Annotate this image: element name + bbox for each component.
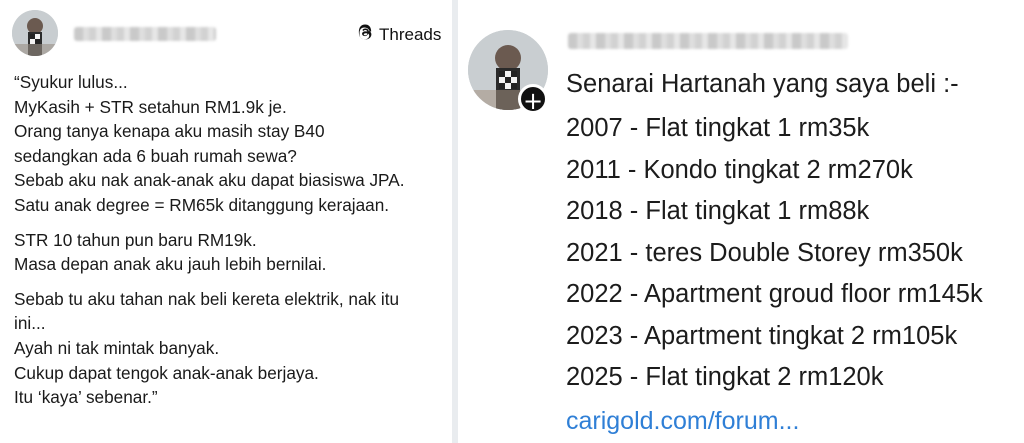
- right-post-panel: + Senarai Hartanah yang saya beli :- 200…: [458, 0, 1024, 443]
- text-line: “Syukur lulus...: [14, 72, 128, 92]
- text-line: sedangkan ada 6 buah rumah sewa?: [14, 145, 297, 166]
- text-line: ini...: [14, 313, 46, 334]
- blurred-username: [568, 33, 848, 49]
- post-body: “Syukur lulus... MyKasih + STR setahun R…: [14, 70, 444, 418]
- text-line: Masa depan anak aku jauh lebih bernilai.: [14, 254, 327, 275]
- paragraph-3: Sebab tu aku tahan nak beli kereta elekt…: [14, 287, 444, 410]
- list-item: 2021 - teres Double Storey rm350k: [566, 238, 963, 267]
- text-line: Satu anak degree = RM65k ditanggung kera…: [14, 194, 390, 215]
- left-post-panel: Threads “Syukur lulus... MyKasih + STR s…: [0, 0, 452, 443]
- threads-badge[interactable]: Threads: [356, 24, 441, 46]
- text-line: Orang tanya kenapa aku masih stay B40: [14, 121, 325, 142]
- text-line: STR 10 tahun pun baru RM19k.: [14, 229, 257, 250]
- text-line: Cukup dapat tengok anak-anak berjaya.: [14, 362, 319, 383]
- paragraph-1: “Syukur lulus... MyKasih + STR setahun R…: [14, 70, 444, 218]
- avatar-image: [12, 10, 58, 56]
- text-line: Sebab tu aku tahan nak beli kereta elekt…: [14, 288, 400, 309]
- list-item: 2025 - Flat tingkat 2 rm120k: [566, 363, 884, 391]
- avatar[interactable]: [12, 10, 58, 56]
- text-line: Itu ‘kaya’ sebenar.”: [14, 387, 158, 408]
- paragraph-2: STR 10 tahun pun baru RM19k. Masa depan …: [14, 228, 444, 277]
- list-item: 2023 - Apartment tingkat 2 rm105k: [566, 321, 958, 350]
- list-item: 2018 - Flat tingkat 1 rm88k: [566, 197, 870, 225]
- property-list: 2007 - Flat tingkat 1 rm35k 2011 - Kondo…: [566, 108, 983, 399]
- forum-link[interactable]: carigold.com/forum...: [566, 407, 799, 436]
- blurred-username: [74, 27, 216, 41]
- threads-label: Threads: [379, 25, 442, 44]
- post-title: Senarai Hartanah yang saya beli :-: [566, 70, 959, 98]
- threads-logo-icon: [356, 23, 375, 47]
- list-item: 2007 - Flat tingkat 1 rm35k: [566, 114, 870, 142]
- plus-icon: +: [522, 87, 544, 115]
- follow-plus-button[interactable]: +: [518, 84, 548, 115]
- text-line: Sebab aku nak anak-anak aku dapat biasis…: [14, 170, 405, 191]
- text-line: Ayah ni tak mintak banyak.: [14, 337, 220, 358]
- text-line: MyKasih + STR setahun RM1.9k je.: [14, 96, 287, 117]
- list-item: 2022 - Apartment groud floor rm145k: [566, 280, 983, 308]
- list-item: 2011 - Kondo tingkat 2 rm270k: [566, 155, 913, 184]
